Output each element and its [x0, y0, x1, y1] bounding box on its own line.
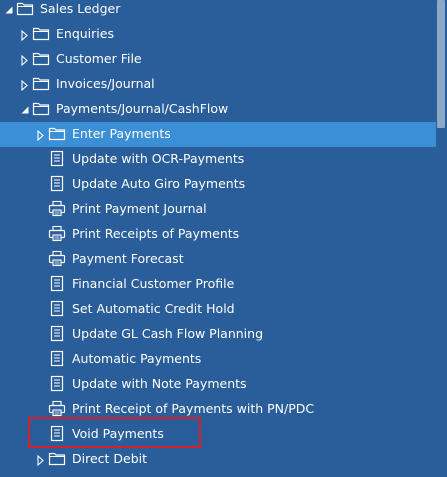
tree-item-enter-payments[interactable]: Enter Payments [0, 122, 436, 147]
folder-icon [48, 450, 66, 468]
collapsed-arrow-icon[interactable] [20, 29, 30, 42]
document-icon [48, 275, 66, 293]
collapsed-arrow-icon[interactable] [20, 79, 30, 92]
vertical-scrollbar[interactable] [436, 0, 447, 474]
tree-item-label: Update with OCR-Payments [72, 151, 245, 166]
navigation-tree: Sales Ledger Enquiries Customer File Invoic… [0, 0, 436, 477]
tree-item-label: Payments/Journal/CashFlow [56, 101, 229, 116]
tree-item-update-with-note-payments[interactable]: Update with Note Payments [0, 372, 436, 397]
document-icon [48, 350, 66, 368]
folder-icon [32, 25, 50, 43]
tree-item-customer-file[interactable]: Customer File [0, 47, 436, 72]
tree-item-label: Set Automatic Credit Hold [72, 301, 235, 316]
tree-item-invoices-journal[interactable]: Invoices/Journal [0, 72, 436, 97]
tree-item-automatic-payments[interactable]: Automatic Payments [0, 347, 436, 372]
document-icon [48, 375, 66, 393]
tree-item-set-automatic-credit-hold[interactable]: Set Automatic Credit Hold [0, 297, 436, 322]
printer-icon [48, 225, 66, 243]
tree-item-label: Print Payment Journal [72, 201, 207, 216]
tree-item-label: Financial Customer Profile [72, 276, 235, 291]
printer-icon [48, 250, 66, 268]
document-icon [48, 325, 66, 343]
printer-icon [48, 400, 66, 418]
tree-item-sales-ledger[interactable]: Sales Ledger [0, 0, 436, 22]
annotation-highlight-box [28, 417, 201, 448]
tree-item-label: Payment Forecast [72, 251, 184, 266]
printer-icon [48, 200, 66, 218]
tree-item-payment-forecast[interactable]: Payment Forecast [0, 247, 436, 272]
tree-item-label: Update with Note Payments [72, 376, 247, 391]
tree-item-print-payment-journal[interactable]: Print Payment Journal [0, 197, 436, 222]
tree-item-label: Update GL Cash Flow Planning [72, 326, 264, 341]
tree-item-print-receipts-of-payments[interactable]: Print Receipts of Payments [0, 222, 436, 247]
tree-item-payments-journal-cashflow[interactable]: Payments/Journal/CashFlow [0, 97, 436, 122]
folder-icon [32, 50, 50, 68]
collapsed-arrow-icon[interactable] [36, 454, 46, 467]
tree-item-financial-customer-profile[interactable]: Financial Customer Profile [0, 272, 436, 297]
tree-item-label: Enquiries [56, 26, 114, 41]
tree-item-label: Direct Debit [72, 451, 148, 466]
tree-item-label: Sales Ledger [40, 1, 121, 16]
folder-icon [32, 75, 50, 93]
document-icon [48, 300, 66, 318]
tree-item-label: Customer File [56, 51, 142, 66]
document-icon [48, 175, 66, 193]
tree-item-label: Update Auto Giro Payments [72, 176, 246, 191]
scrollbar-thumb[interactable] [437, 0, 445, 128]
tree-item-update-gl-cash-flow-planning[interactable]: Update GL Cash Flow Planning [0, 322, 436, 347]
expanded-arrow-icon[interactable] [20, 104, 30, 115]
folder-icon [32, 100, 50, 118]
folder-icon [16, 0, 34, 18]
tree-item-enquiries[interactable]: Enquiries [0, 22, 436, 47]
folder-icon [48, 125, 66, 143]
tree-item-label: Print Receipt of Payments with PN/PDC [72, 401, 315, 416]
expanded-arrow-icon[interactable] [4, 4, 14, 15]
tree-item-update-auto-giro-payments[interactable]: Update Auto Giro Payments [0, 172, 436, 197]
collapsed-arrow-icon[interactable] [20, 54, 30, 67]
document-icon [48, 150, 66, 168]
tree-item-label: Enter Payments [72, 126, 171, 141]
tree-item-update-with-ocr-payments[interactable]: Update with OCR-Payments [0, 147, 436, 172]
tree-item-label: Invoices/Journal [56, 76, 155, 91]
tree-item-label: Automatic Payments [72, 351, 202, 366]
tree-item-label: Print Receipts of Payments [72, 226, 240, 241]
tree-item-direct-debit[interactable]: Direct Debit [0, 447, 436, 472]
collapsed-arrow-icon[interactable] [36, 129, 46, 142]
